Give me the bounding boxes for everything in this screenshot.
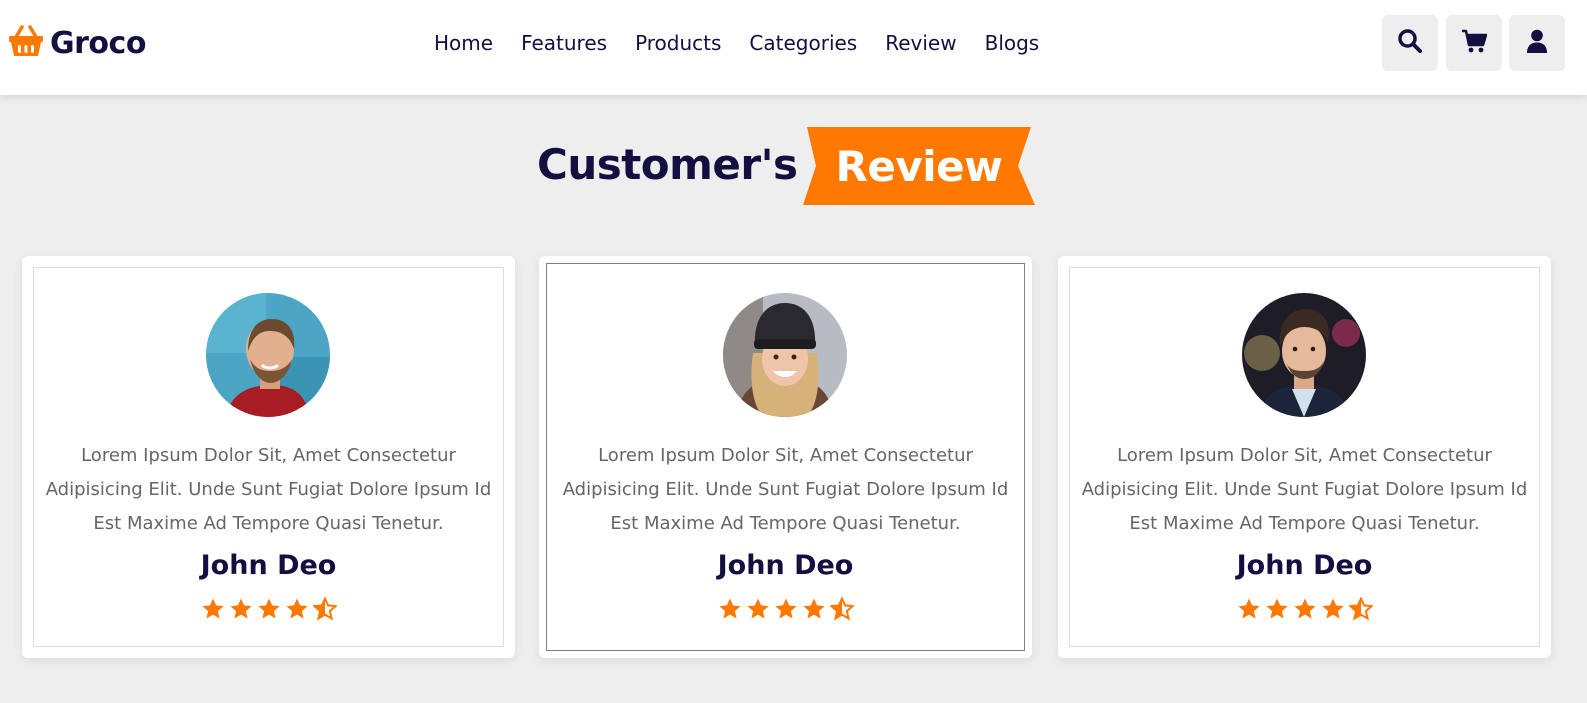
- site-header: Groco Home Features Products Categories …: [0, 0, 1587, 95]
- reviewer-name: John Deo: [200, 550, 337, 581]
- section-heading: Customer's Review: [0, 127, 1587, 205]
- review-text: Lorem Ipsum Dolor Sit, Amet Consectetur …: [562, 445, 1009, 534]
- logo-link[interactable]: Groco: [8, 22, 146, 64]
- star-icon: [1321, 597, 1345, 621]
- star-icon: [802, 597, 826, 621]
- star-rating: [22, 597, 515, 621]
- nav-link-blogs[interactable]: Blogs: [985, 28, 1040, 58]
- star-icon: [746, 597, 770, 621]
- star-icon: [718, 597, 742, 621]
- search-icon: [1397, 28, 1423, 58]
- review-card: Lorem Ipsum Dolor Sit, Amet Consectetur …: [22, 256, 515, 658]
- star-half-icon: [312, 597, 337, 621]
- star-half-icon: [1348, 597, 1373, 621]
- reviewer-name: John Deo: [717, 550, 854, 581]
- star-rating: [539, 597, 1032, 621]
- star-icon: [201, 597, 225, 621]
- cart-button[interactable]: [1446, 15, 1502, 71]
- reviewer-name: John Deo: [1236, 550, 1373, 581]
- user-icon: [1524, 28, 1550, 58]
- nav-link-review[interactable]: Review: [885, 28, 956, 58]
- main-nav: Home Features Products Categories Review…: [434, 28, 1039, 58]
- shopping-basket-icon: [8, 24, 44, 62]
- nav-link-features[interactable]: Features: [521, 28, 607, 58]
- star-icon: [1293, 597, 1317, 621]
- logo-text: Groco: [50, 25, 146, 61]
- review-text: Lorem Ipsum Dolor Sit, Amet Consectetur …: [1081, 445, 1528, 534]
- nav-link-home[interactable]: Home: [434, 28, 493, 58]
- user-button[interactable]: [1509, 15, 1565, 71]
- heading-highlight: Review: [835, 141, 1003, 191]
- review-text: Lorem Ipsum Dolor Sit, Amet Consectetur …: [45, 445, 492, 534]
- heading-title: Customer's: [537, 140, 798, 189]
- star-icon: [257, 597, 281, 621]
- star-icon: [1237, 597, 1261, 621]
- nav-link-products[interactable]: Products: [635, 28, 721, 58]
- star-icon: [774, 597, 798, 621]
- avatar: [723, 293, 847, 417]
- heading-ribbon: Review: [803, 127, 1035, 205]
- nav-link-categories[interactable]: Categories: [749, 28, 857, 58]
- star-rating: [1058, 597, 1551, 621]
- review-card: Lorem Ipsum Dolor Sit, Amet Consectetur …: [539, 256, 1032, 658]
- avatar: [206, 293, 330, 417]
- review-card: Lorem Ipsum Dolor Sit, Amet Consectetur …: [1058, 256, 1551, 658]
- search-button[interactable]: [1382, 15, 1438, 71]
- cart-icon: [1461, 28, 1488, 58]
- star-half-icon: [829, 597, 854, 621]
- star-icon: [285, 597, 309, 621]
- star-icon: [1265, 597, 1289, 621]
- star-icon: [229, 597, 253, 621]
- avatar: [1242, 293, 1366, 417]
